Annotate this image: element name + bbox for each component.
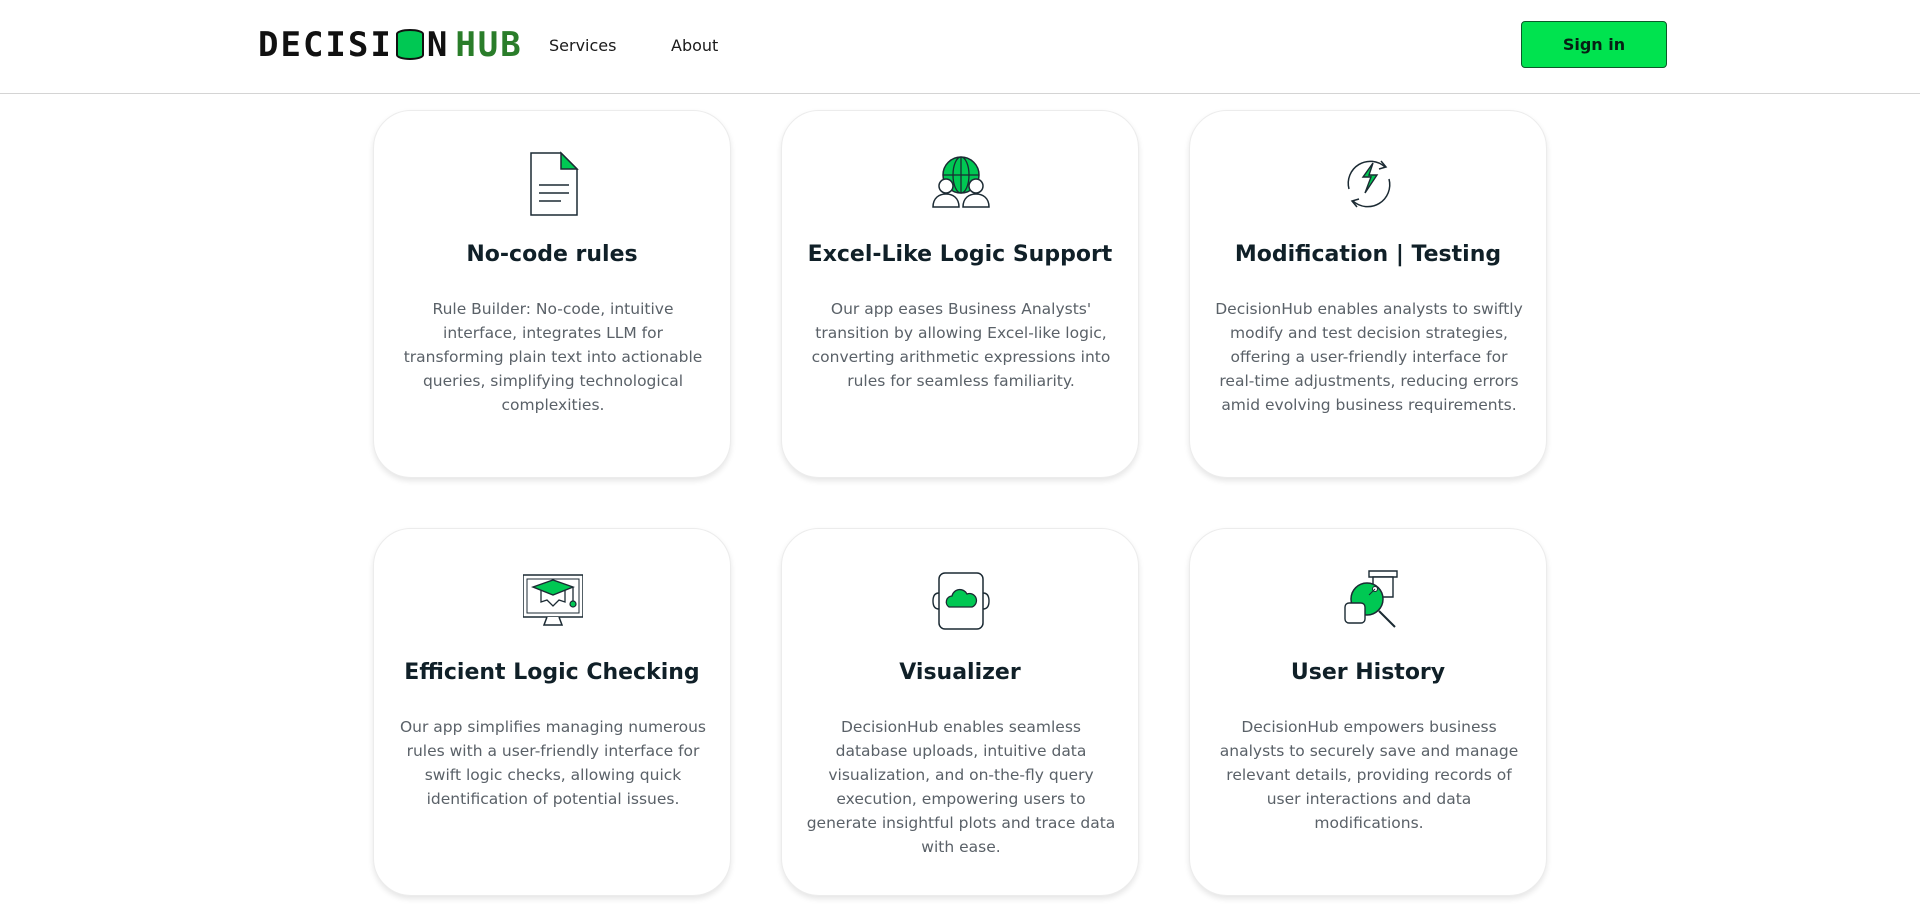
card-title: Efficient Logic Checking	[404, 660, 700, 685]
logo-text-n: N	[426, 25, 450, 65]
card-title: Modification | Testing	[1234, 242, 1502, 267]
feature-card-visualizer: Visualizer DecisionHub enables seamless …	[781, 528, 1139, 896]
cloud-brackets-icon	[932, 572, 990, 630]
card-description: DecisionHub empowers business analysts t…	[1219, 718, 1519, 832]
logo-text-hub: HUB	[455, 25, 523, 65]
top-navigation-bar: DECISI N HUB Services About Sign in	[0, 0, 1920, 94]
refresh-lightning-icon	[1347, 160, 1391, 208]
card-description: Our app simplifies managing numerous rul…	[399, 718, 706, 808]
logo-text-decisi: DECISI	[258, 25, 393, 65]
feature-card-no-code-rules: No-code rules Rule Builder: No-code, int…	[373, 110, 731, 478]
card-title: No-code rules	[466, 242, 638, 267]
card-title: Visualizer	[899, 660, 1021, 685]
card-description: Rule Builder: No-code, intuitive interfa…	[403, 300, 703, 414]
sign-in-button[interactable]: Sign in	[1521, 21, 1667, 68]
search-history-icon	[1344, 570, 1398, 628]
feature-card-excel-like-logic: Excel-Like Logic Support Our app eases B…	[781, 110, 1139, 478]
card-title: User History	[1290, 660, 1446, 685]
card-description: DecisionHub enables analysts to swiftly …	[1215, 300, 1523, 414]
nav-services-link[interactable]: Services	[549, 36, 616, 55]
card-description: Our app eases Business Analysts' transit…	[811, 300, 1111, 390]
feature-card-modification-testing: Modification | Testing DecisionHub enabl…	[1189, 110, 1547, 478]
monitor-graduation-icon	[523, 574, 583, 626]
feature-card-user-history: User History DecisionHub empowers busine…	[1189, 528, 1547, 896]
database-icon	[395, 29, 424, 61]
card-title: Excel-Like Logic Support	[807, 242, 1113, 267]
feature-card-efficient-logic-checking: Efficient Logic Checking Our app simplif…	[373, 528, 731, 896]
nav-about-link[interactable]: About	[671, 36, 718, 55]
document-icon	[530, 151, 579, 216]
decisionhub-logo[interactable]: DECISI N HUB	[258, 25, 523, 65]
card-description: DecisionHub enables seamless database up…	[806, 718, 1116, 856]
globe-users-icon	[932, 156, 990, 208]
